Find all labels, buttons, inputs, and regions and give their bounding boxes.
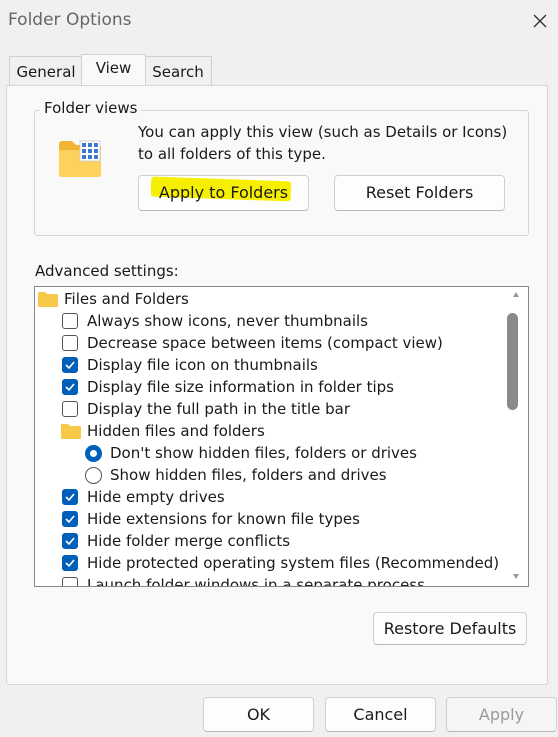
folder-views-icon [59, 140, 101, 177]
cancel-button[interactable]: Cancel [325, 697, 436, 732]
folder-views-label: Folder views [40, 99, 142, 117]
list-item-label: Don't show hidden files, folders or driv… [110, 444, 417, 462]
list-item-hide-merge-conflicts[interactable]: Hide folder merge conflicts [0, 530, 470, 552]
scroll-up-icon[interactable] [513, 292, 519, 297]
advanced-settings-label: Advanced settings: [35, 262, 179, 280]
list-item-label: Hide extensions for known file types [87, 510, 360, 528]
tab-general[interactable]: General [9, 56, 83, 85]
check-icon [65, 383, 75, 392]
checkbox-unchecked[interactable] [62, 313, 78, 329]
list-item-hide-extensions[interactable]: Hide extensions for known file types [0, 508, 470, 530]
checkbox-unchecked[interactable] [62, 401, 78, 417]
list-item-decrease-space[interactable]: Decrease space between items (compact vi… [0, 332, 470, 354]
check-icon [65, 559, 75, 568]
list-item-label: Display file size information in folder … [87, 378, 395, 396]
list-item-label: Display the full path in the title bar [87, 400, 351, 418]
radio-selected[interactable] [85, 445, 102, 462]
list-item-label: Launch folder windows in a separate proc… [87, 576, 425, 586]
list-item-display-file-icon[interactable]: Display file icon on thumbnails [0, 354, 470, 376]
check-icon [65, 361, 75, 370]
check-icon [65, 537, 75, 546]
folder-icon [38, 292, 58, 307]
list-item-hide-protected-files[interactable]: Hide protected operating system files (R… [0, 552, 499, 574]
apply-to-folders-label: Apply to Folders [158, 183, 289, 202]
checkbox-checked[interactable] [62, 533, 78, 549]
list-item-label: Hide empty drives [87, 488, 225, 506]
checkbox-checked[interactable] [62, 511, 78, 527]
list-item-label: Files and Folders [64, 290, 189, 308]
tab-search[interactable]: Search [144, 56, 212, 85]
list-item-hide-empty-drives[interactable]: Hide empty drives [0, 486, 470, 508]
tab-bar: General View Search [0, 54, 558, 86]
folder-views-description: You can apply this view (such as Details… [138, 123, 508, 163]
check-icon [65, 493, 75, 502]
list-clip: Launch folder windows in a separate proc… [35, 574, 475, 586]
checkbox-unchecked[interactable] [62, 335, 78, 351]
checkbox-checked[interactable] [62, 555, 78, 571]
check-icon [65, 515, 75, 524]
checkbox-checked[interactable] [62, 489, 78, 505]
scrollbar-thumb[interactable] [507, 313, 518, 410]
window-title: Folder Options [8, 10, 132, 30]
apply-to-folders-button[interactable]: Apply to Folders [138, 175, 309, 211]
list-item-label: Decrease space between items (compact vi… [87, 334, 443, 352]
list-item-display-full-path[interactable]: Display the full path in the title bar [0, 398, 470, 420]
list-item-show-hidden[interactable]: Show hidden files, folders and drives [0, 464, 470, 486]
checkbox-checked[interactable] [62, 379, 78, 395]
restore-defaults-button[interactable]: Restore Defaults [373, 612, 527, 645]
close-icon[interactable] [530, 11, 550, 31]
checkbox-checked[interactable] [62, 357, 78, 373]
folder-icon [61, 424, 81, 439]
scroll-down-icon[interactable] [513, 574, 519, 579]
list-item-dont-show-hidden[interactable]: Don't show hidden files, folders or driv… [0, 442, 470, 464]
list-item-label: Always show icons, never thumbnails [87, 312, 368, 330]
checkbox-unchecked[interactable] [62, 577, 78, 586]
apply-button[interactable]: Apply [446, 697, 557, 732]
radio-unselected[interactable] [85, 467, 102, 484]
title-bar: Folder Options [0, 0, 558, 44]
reset-folders-button[interactable]: Reset Folders [334, 175, 505, 211]
list-item-label: Hidden files and folders [87, 422, 265, 440]
list-item-display-file-size[interactable]: Display file size information in folder … [0, 376, 470, 398]
list-item-label: Hide folder merge conflicts [87, 532, 291, 550]
list-item-label: Display file icon on thumbnails [87, 356, 318, 374]
list-item-always-show-icons[interactable]: Always show icons, never thumbnails [0, 310, 470, 332]
tab-view[interactable]: View [81, 54, 146, 85]
ok-button[interactable]: OK [203, 697, 314, 732]
list-item-label: Hide protected operating system files (R… [87, 554, 500, 572]
list-item-label: Show hidden files, folders and drives [110, 466, 387, 484]
list-item-launch-separate-process[interactable]: Launch folder windows in a separate proc… [35, 574, 470, 586]
